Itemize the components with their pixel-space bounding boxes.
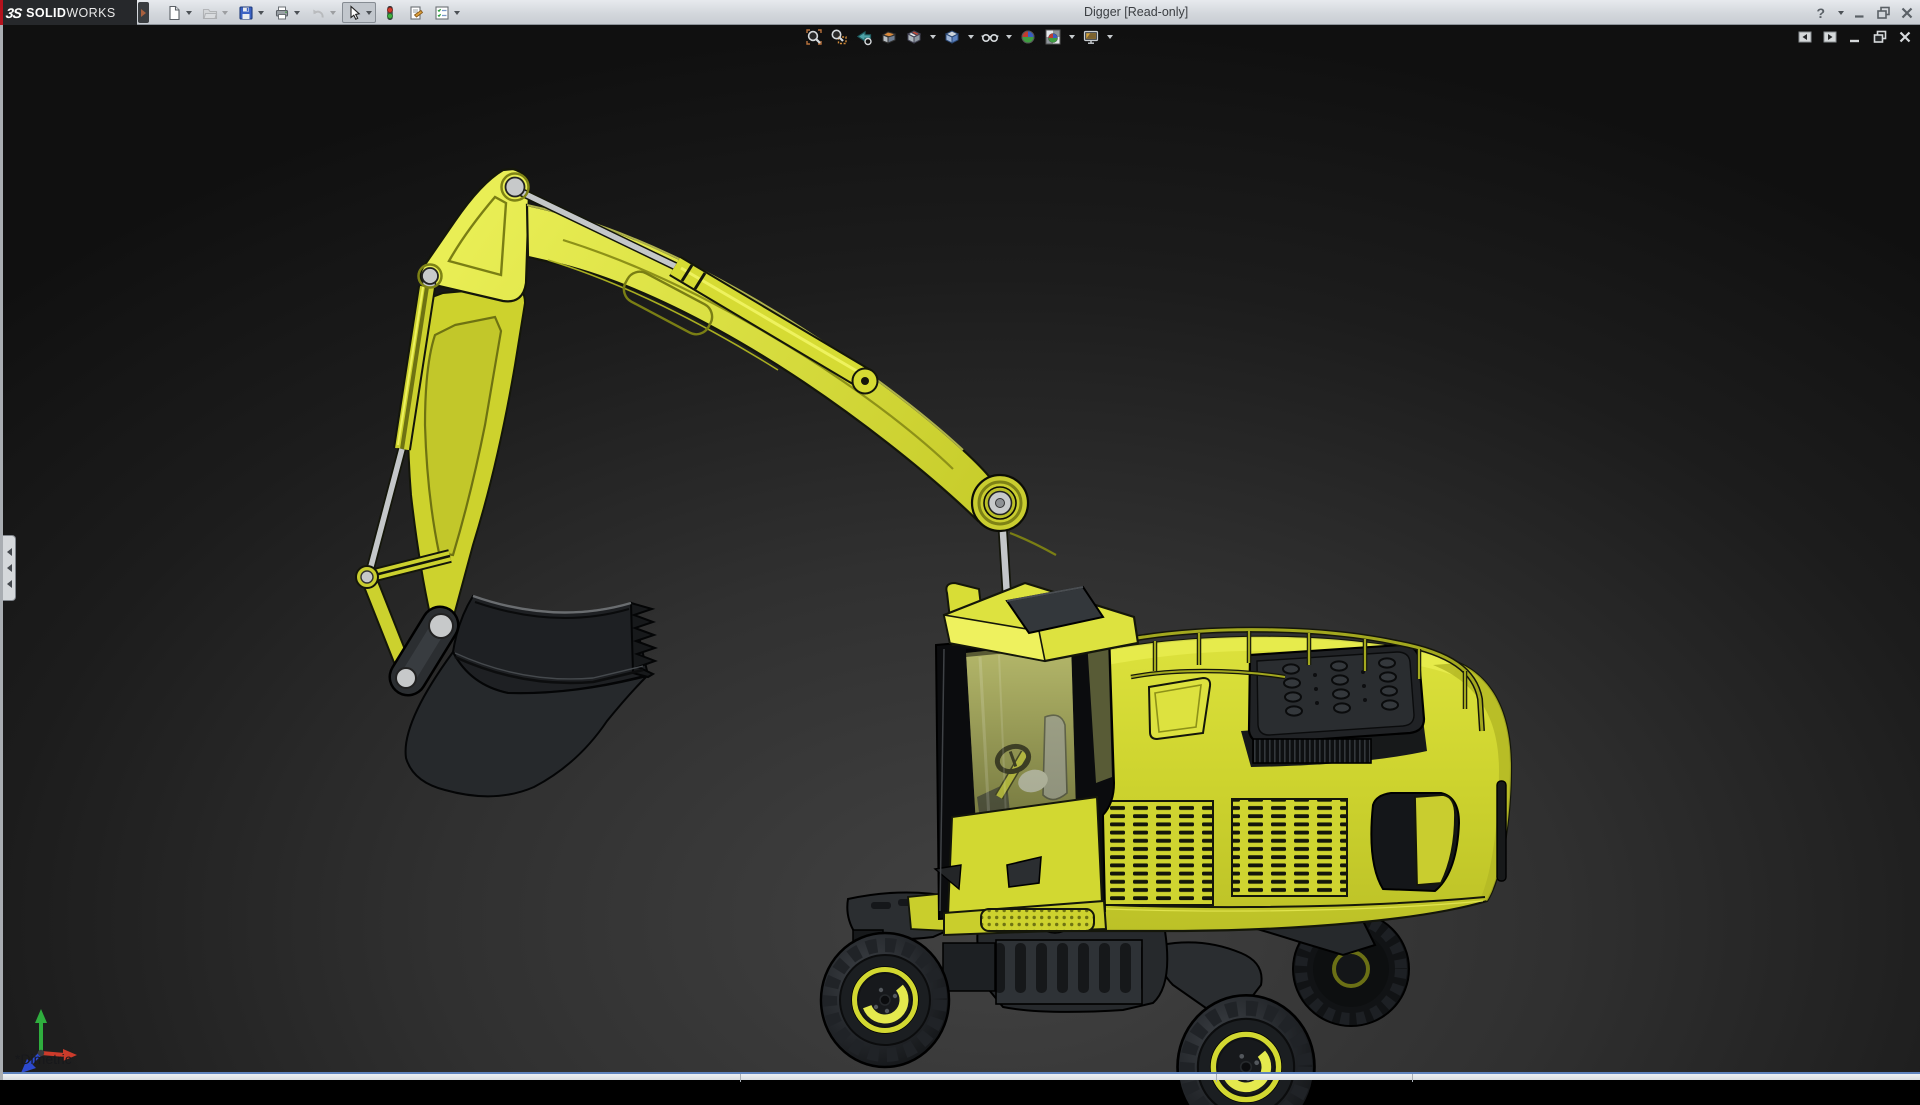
undo-dropdown[interactable] [330,10,336,15]
status-bar [3,1072,1920,1082]
view-orientation-icon [906,30,922,44]
hide-show-items-dropdown[interactable] [1006,35,1012,39]
menu-expand-button[interactable] [138,2,149,23]
collapse-arrow-icon [6,548,12,556]
zoom-to-fit-button[interactable] [805,28,823,46]
undo-icon [313,9,324,18]
print-dropdown[interactable] [294,10,300,15]
display-style-button[interactable] [943,28,974,46]
edit-appearance-icon [1021,30,1035,44]
hide-show-items-icon [981,34,999,43]
zoom-to-fit-icon [806,29,822,45]
document-close-icon[interactable] [1898,30,1912,44]
help-button[interactable]: ? [1816,5,1825,21]
open-button[interactable] [198,2,232,23]
file-properties-icon [410,5,424,20]
view-settings-icon [1083,30,1099,44]
open-folder-icon [202,8,218,19]
previous-view-icon [856,30,872,46]
options-dropdown[interactable] [454,10,460,15]
apply-scene-icon [1045,29,1061,45]
featuremanager-collapsed-tab[interactable] [3,535,16,601]
headsup-view-toolbar [805,28,1113,46]
select-button[interactable] [342,2,376,23]
file-properties-button[interactable] [404,2,428,23]
undo-button[interactable] [306,2,340,23]
collapse-arrow-icon [6,564,12,572]
apply-scene-button[interactable] [1044,28,1075,46]
document-minimize-icon[interactable] [1848,30,1862,44]
options-checklist-icon [435,5,449,20]
close-button[interactable] [1900,6,1914,20]
apply-scene-dropdown[interactable] [1069,35,1075,39]
graphics-viewport[interactable]: *Dimetric [0,25,1920,1080]
brand-name: SOLIDWORKS [26,5,116,20]
panel-toggle-right-icon[interactable] [1823,30,1837,44]
solidworks-brand: 3S SOLIDWORKS [0,0,137,25]
display-style-dropdown[interactable] [968,35,974,39]
zoom-to-area-icon [831,29,847,45]
document-restore-icon[interactable] [1873,30,1887,44]
previous-view-button[interactable] [855,28,873,46]
panel-toggle-left-icon[interactable] [1798,30,1812,44]
view-settings-dropdown[interactable] [1107,35,1113,39]
view-orientation-label: *Dimetric [15,1051,72,1067]
view-orientation-button[interactable] [905,28,936,46]
open-dropdown[interactable] [222,10,228,15]
section-view-button[interactable] [880,28,898,46]
edit-appearance-button[interactable] [1019,28,1037,46]
new-document-button[interactable] [162,2,196,23]
document-window-controls [1798,30,1912,44]
select-dropdown[interactable] [366,10,372,15]
collapse-arrow-icon [6,580,12,588]
chevron-right-icon [141,8,146,17]
new-document-icon [169,5,180,20]
zoom-to-area-button[interactable] [830,28,848,46]
rebuild-button[interactable] [378,2,402,23]
rebuild-traffic-light-icon [387,5,393,20]
select-cursor-icon [350,4,361,20]
print-icon [275,6,289,19]
brand-accent-strip [0,0,3,25]
title-bar: 3S SOLIDWORKS Digger [Read-only] ? [0,0,1920,25]
options-button[interactable] [430,2,464,23]
hide-show-items-button[interactable] [981,28,1012,46]
display-style-icon [944,30,960,44]
print-button[interactable] [270,2,304,23]
minimize-button[interactable] [1853,6,1867,20]
window-controls: ? [1816,0,1916,25]
3ds-logo-icon: 3S [4,4,23,21]
view-settings-button[interactable] [1082,28,1113,46]
restore-button[interactable] [1876,6,1891,20]
view-orientation-dropdown[interactable] [930,35,936,39]
help-dropdown[interactable] [1838,10,1844,15]
main-toolbar [162,1,464,24]
new-dropdown[interactable] [186,10,192,15]
save-floppy-icon [239,5,253,20]
save-button[interactable] [234,2,268,23]
window-title: Digger [Read-only] [1084,5,1189,19]
save-dropdown[interactable] [258,10,264,15]
excavator-model[interactable] [3,25,1920,1105]
section-view-icon [881,31,897,44]
